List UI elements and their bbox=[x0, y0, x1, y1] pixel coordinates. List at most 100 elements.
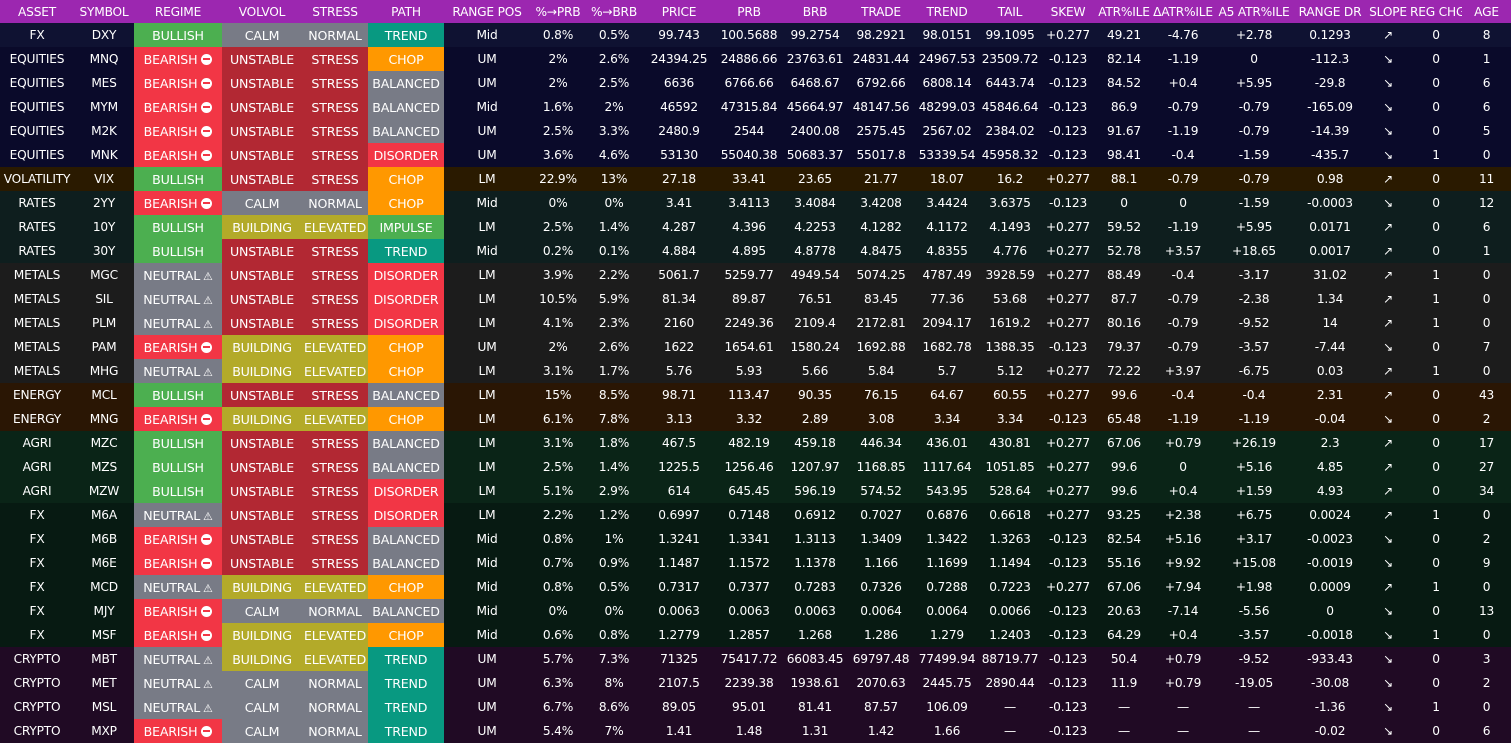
col-header[interactable]: PRICE bbox=[642, 0, 716, 23]
price-value: 5.76 bbox=[665, 364, 693, 378]
table-row[interactable]: EQUITIES M2K BEARISH UNSTABLE STRESS BALANCED… bbox=[0, 119, 1511, 143]
table-row[interactable]: CRYPTO MBT NEUTRAL ⚠ BUILDING ELEVATED TREND UM… bbox=[0, 647, 1511, 671]
table-row[interactable]: ENERGY MCL BULLISH UNSTABLE STRESS BALANCED LM… bbox=[0, 383, 1511, 407]
cell-prb: 1256.46 bbox=[716, 455, 782, 479]
col-header[interactable]: BRB bbox=[782, 0, 848, 23]
table-row[interactable]: CRYPTO MET NEUTRAL ⚠ CALM NORMAL TREND UM 6.3% 8%… bbox=[0, 671, 1511, 695]
trade-value: 3.08 bbox=[867, 412, 895, 426]
d-atr-ile-value: -0.79 bbox=[1167, 292, 1199, 306]
table-row[interactable]: FX MJY BEARISH CALM NORMAL BALANCED Mid 0% 0% 0.0… bbox=[0, 599, 1511, 623]
stress-value: ELEVATED bbox=[303, 579, 367, 595]
table-row[interactable]: FX MSF BEARISH BUILDING ELEVATED CHOP Mid 0.6% 0… bbox=[0, 623, 1511, 647]
table-row[interactable]: METALS MHG NEUTRAL ⚠ BUILDING ELEVATED CHOP LM 3… bbox=[0, 359, 1511, 383]
col-header[interactable]: PATH bbox=[368, 0, 444, 23]
cell-pct-brb: 0.5% bbox=[586, 23, 642, 47]
cell-range-pos: Mid bbox=[444, 95, 530, 119]
prb-value: 33.41 bbox=[732, 172, 766, 186]
col-header[interactable]: REGIME bbox=[134, 0, 222, 23]
table-row[interactable]: AGRI MZC BULLISH UNSTABLE STRESS BALANCED LM 3.… bbox=[0, 431, 1511, 455]
table-row[interactable]: FX M6E BEARISH UNSTABLE STRESS BALANCED Mid 0.7… bbox=[0, 551, 1511, 575]
col-header[interactable]: SYMBOL bbox=[74, 0, 134, 23]
cell-price: 1.1487 bbox=[642, 551, 716, 575]
col-header[interactable]: RANGE DR bbox=[1294, 0, 1366, 23]
table-row[interactable]: CRYPTO MSL NEUTRAL ⚠ CALM NORMAL TREND UM 6.7% 8.… bbox=[0, 695, 1511, 719]
cell-a5-atr-ile: -0.79 bbox=[1214, 95, 1294, 119]
table-row[interactable]: EQUITIES MYM BEARISH UNSTABLE STRESS BALANCED… bbox=[0, 95, 1511, 119]
table-row[interactable]: AGRI MZW BULLISH UNSTABLE STRESS DISORDER LM 5.… bbox=[0, 479, 1511, 503]
a5-atr-ile-value: +3.17 bbox=[1235, 532, 1273, 546]
col-header[interactable]: %→PRB bbox=[530, 0, 586, 23]
col-header[interactable]: REG CHG bbox=[1410, 0, 1462, 23]
skew-value: -0.123 bbox=[1048, 676, 1088, 690]
cell-skew: +0.277 bbox=[1040, 311, 1096, 335]
age-value: 6 bbox=[1482, 100, 1491, 114]
tail-value: — bbox=[1004, 700, 1016, 714]
cell-prb: 1.2857 bbox=[716, 623, 782, 647]
table-row[interactable]: FX MCD NEUTRAL ⚠ BUILDING ELEVATED CHOP Mid 0.8%… bbox=[0, 575, 1511, 599]
table-row[interactable]: AGRI MZS BULLISH UNSTABLE STRESS BALANCED LM 2.… bbox=[0, 455, 1511, 479]
col-header[interactable]: TRADE bbox=[848, 0, 914, 23]
col-header[interactable]: VOLVOL bbox=[222, 0, 302, 23]
d-atr-ile-value: -0.79 bbox=[1167, 172, 1199, 186]
table-row[interactable]: FX M6B BEARISH UNSTABLE STRESS BALANCED Mid 0.8… bbox=[0, 527, 1511, 551]
stress-value: ELEVATED bbox=[303, 363, 367, 379]
cell-path: TREND bbox=[368, 671, 444, 695]
table-row[interactable]: RATES 10Y BULLISH BUILDING ELEVATED IMPULSE LM… bbox=[0, 215, 1511, 239]
table-row[interactable]: METALS PAM BEARISH BUILDING ELEVATED CHOP UM 2%… bbox=[0, 335, 1511, 359]
cell-prb: 482.19 bbox=[716, 431, 782, 455]
cell-skew: -0.123 bbox=[1040, 623, 1096, 647]
col-header[interactable]: ΔATR%ILE bbox=[1152, 0, 1214, 23]
table-row[interactable]: EQUITIES MES BEARISH UNSTABLE STRESS BALANCED… bbox=[0, 71, 1511, 95]
col-header[interactable]: AGE bbox=[1462, 0, 1511, 23]
col-header[interactable]: SKEW bbox=[1040, 0, 1096, 23]
col-header[interactable]: ATR%ILE bbox=[1096, 0, 1152, 23]
cell-brb: 76.51 bbox=[782, 287, 848, 311]
cell-atr-ile: 87.7 bbox=[1096, 287, 1152, 311]
reg-chg-value: 0 bbox=[1432, 52, 1440, 66]
cell-brb: 6468.67 bbox=[782, 71, 848, 95]
col-header[interactable]: PRB bbox=[716, 0, 782, 23]
range-dr-value: 0 bbox=[1326, 604, 1334, 618]
pct-prb-value: 2.5% bbox=[542, 124, 574, 138]
table-row[interactable]: ENERGY MNG BEARISH BUILDING ELEVATED CHOP LM 6.… bbox=[0, 407, 1511, 431]
a5-atr-ile-value: -3.57 bbox=[1238, 340, 1270, 354]
table-row[interactable]: RATES 30Y BULLISH UNSTABLE STRESS TREND Mid 0.2… bbox=[0, 239, 1511, 263]
table-row[interactable]: EQUITIES MNK BEARISH UNSTABLE STRESS DISORDER… bbox=[0, 143, 1511, 167]
trend-value: 77499.94 bbox=[918, 652, 976, 666]
reg-chg-value: 0 bbox=[1432, 244, 1440, 258]
table-row[interactable]: METALS MGC NEUTRAL ⚠ UNSTABLE STRESS DISORDER L… bbox=[0, 263, 1511, 287]
cell-volvol: UNSTABLE bbox=[222, 143, 302, 167]
table-row[interactable]: FX M6A NEUTRAL ⚠ UNSTABLE STRESS DISORDER LM 2.2… bbox=[0, 503, 1511, 527]
stress-value: STRESS bbox=[311, 315, 359, 331]
cell-stress: NORMAL bbox=[302, 23, 368, 47]
col-header[interactable]: %→BRB bbox=[586, 0, 642, 23]
range-dr-value: 2.3 bbox=[1320, 436, 1340, 450]
table-row[interactable]: METALS PLM NEUTRAL ⚠ UNSTABLE STRESS DISORDER L… bbox=[0, 311, 1511, 335]
table-row[interactable]: RATES 2YY BEARISH CALM NORMAL CHOP Mid 0% 0% 3.41… bbox=[0, 191, 1511, 215]
col-header[interactable]: SLOPE bbox=[1366, 0, 1410, 23]
range-pos-value: LM bbox=[478, 460, 496, 474]
atr-ile-value: 20.63 bbox=[1107, 604, 1141, 618]
cell-stress: STRESS bbox=[302, 503, 368, 527]
cell-atr-ile: 88.1 bbox=[1096, 167, 1152, 191]
table-row[interactable]: VOLATILITY VIX BULLISH UNSTABLE STRESS CHOP LM… bbox=[0, 167, 1511, 191]
asset-value: FX bbox=[29, 28, 45, 42]
cell-asset: RATES bbox=[0, 239, 74, 263]
trade-value: 1692.88 bbox=[856, 340, 906, 354]
col-header[interactable]: RANGE POS bbox=[444, 0, 530, 23]
col-header[interactable]: ASSET bbox=[0, 0, 74, 23]
asset-value: FX bbox=[29, 580, 45, 594]
pct-brb-value: 1.4% bbox=[598, 460, 630, 474]
col-header[interactable]: TREND bbox=[914, 0, 980, 23]
cell-age: 11 bbox=[1462, 167, 1511, 191]
table-row[interactable]: METALS SIL NEUTRAL ⚠ UNSTABLE STRESS DISORDER L… bbox=[0, 287, 1511, 311]
table-row[interactable]: CRYPTO MXP BEARISH CALM NORMAL TREND UM 5.4% 7% 1… bbox=[0, 719, 1511, 743]
col-header[interactable]: TAIL bbox=[980, 0, 1040, 23]
volvol-value: CALM bbox=[244, 27, 280, 43]
table-row[interactable]: EQUITIES MNQ BEARISH UNSTABLE STRESS CHOP UM 2%… bbox=[0, 47, 1511, 71]
a5-atr-ile-value: -1.59 bbox=[1238, 148, 1270, 162]
col-header[interactable]: A5 ATR%ILE bbox=[1214, 0, 1294, 23]
regime-value: BEARISH bbox=[143, 531, 198, 547]
table-row[interactable]: FX DXY BULLISH CALM NORMAL TREND Mid 0.8% 0.5% 99… bbox=[0, 23, 1511, 47]
col-header[interactable]: STRESS bbox=[302, 0, 368, 23]
